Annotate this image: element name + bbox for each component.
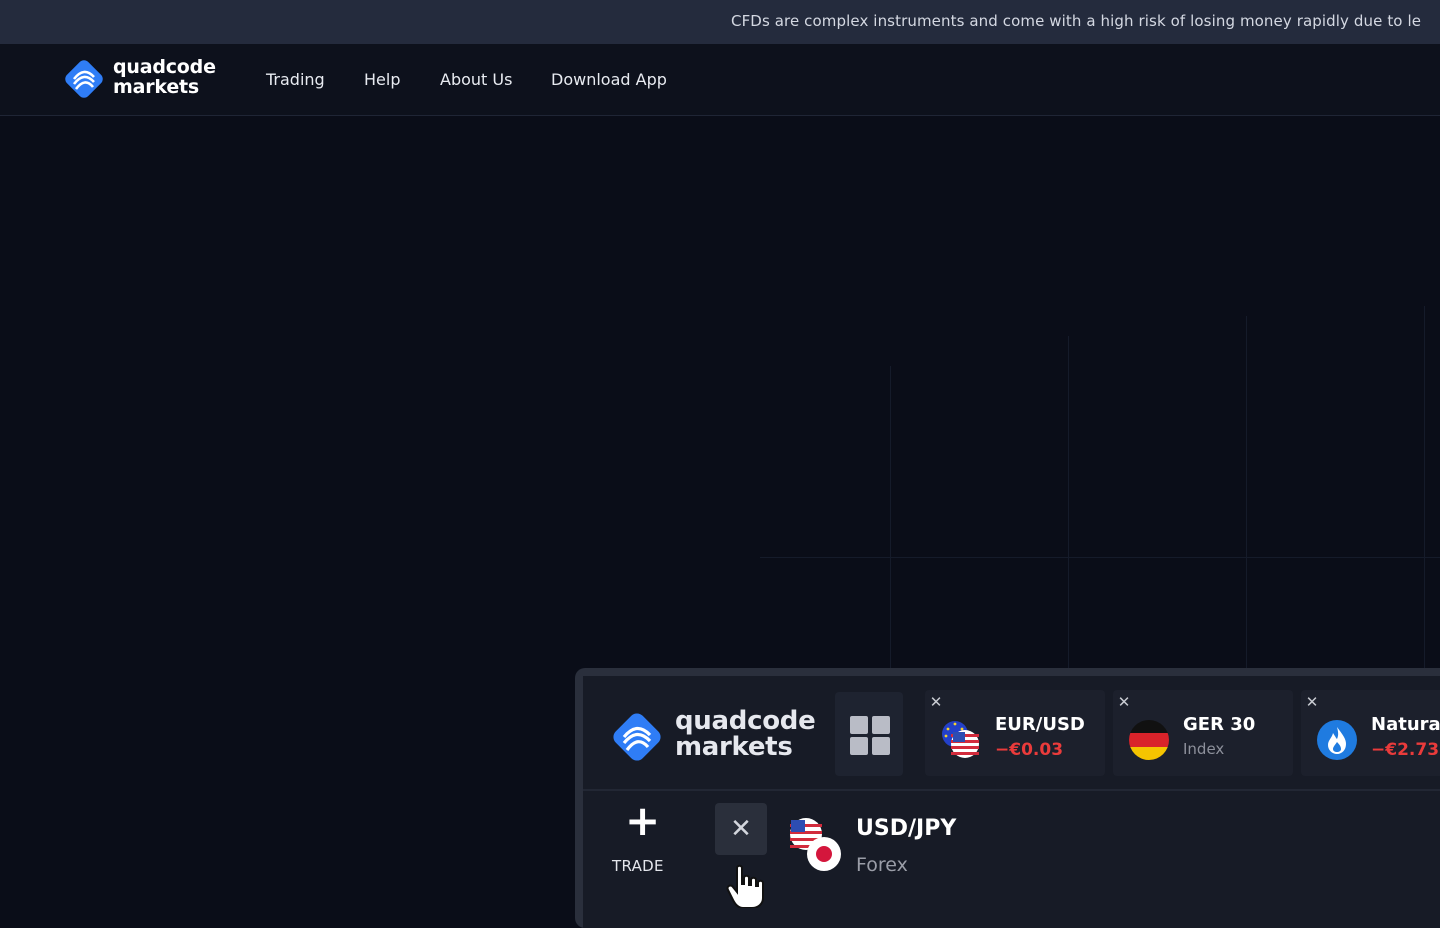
hand-pointer-icon — [726, 864, 764, 908]
trade-button[interactable]: + TRADE — [603, 800, 683, 886]
instrument-category: Forex — [856, 854, 908, 876]
risk-warning-text: CFDs are complex instruments and come wi… — [731, 12, 1422, 30]
plus-icon: + — [625, 796, 661, 845]
asset-tab-eurusd[interactable]: ✕ EUR/USD −€0.03 — [925, 690, 1105, 776]
close-panel-button[interactable]: ✕ — [715, 803, 767, 855]
nav-trading[interactable]: Trading — [266, 70, 325, 89]
mockup-wordmark: quadcode markets — [675, 708, 816, 762]
flame-icon — [1317, 720, 1357, 760]
asset-tab-ger30[interactable]: ✕ GER 30 Index — [1113, 690, 1293, 776]
platform-mockup-screen: quadcode markets ✕ EUR/USD −€0.03 ✕ GER … — [583, 676, 1440, 928]
quadcode-logo-icon — [613, 713, 661, 761]
close-icon[interactable]: ✕ — [928, 694, 944, 710]
mockup-header: quadcode markets ✕ EUR/USD −€0.03 ✕ GER … — [583, 676, 1440, 789]
close-icon: ✕ — [730, 814, 752, 844]
close-icon[interactable]: ✕ — [1116, 694, 1132, 710]
grid-square — [850, 737, 868, 755]
asset-category: Index — [1183, 740, 1225, 758]
platform-mockup: quadcode markets ✕ EUR/USD −€0.03 ✕ GER … — [575, 668, 1440, 928]
nav-about-us[interactable]: About Us — [440, 70, 512, 89]
brand-logo[interactable]: quadcode markets — [63, 57, 223, 101]
brand-line1: quadcode — [113, 56, 216, 78]
mockup-brand-line2: markets — [675, 732, 793, 762]
top-navigation: quadcode markets Trading Help About Us D… — [0, 44, 1440, 116]
asset-name: EUR/USD — [995, 714, 1085, 735]
nav-download-app[interactable]: Download App — [551, 70, 667, 89]
germany-flag-icon — [1129, 720, 1169, 760]
quadcode-logo-icon — [65, 60, 103, 98]
brand-line2: markets — [113, 76, 199, 98]
grid-square — [850, 716, 868, 734]
grid-square — [872, 737, 890, 755]
nav-help[interactable]: Help — [364, 70, 400, 89]
asset-change: −€2.73 — [1371, 740, 1440, 760]
eu-us-flag-icon — [942, 721, 979, 758]
apps-grid-button[interactable] — [835, 692, 903, 776]
mockup-divider — [583, 789, 1440, 791]
instrument-name: USD/JPY — [856, 816, 957, 841]
close-icon[interactable]: ✕ — [1304, 694, 1320, 710]
us-jp-flag-icon — [790, 818, 841, 871]
brand-wordmark: quadcode markets — [113, 57, 216, 97]
asset-name: GER 30 — [1183, 714, 1256, 735]
risk-warning-bar: CFDs are complex instruments and come wi… — [0, 0, 1440, 44]
grid-line — [760, 557, 1440, 558]
trade-label: TRADE — [612, 857, 664, 875]
asset-tab-natural-gas[interactable]: ✕ Natural −€2.73 — [1301, 690, 1440, 776]
grid-square — [872, 716, 890, 734]
asset-change: −€0.03 — [995, 740, 1064, 760]
asset-name: Natural — [1371, 714, 1440, 735]
